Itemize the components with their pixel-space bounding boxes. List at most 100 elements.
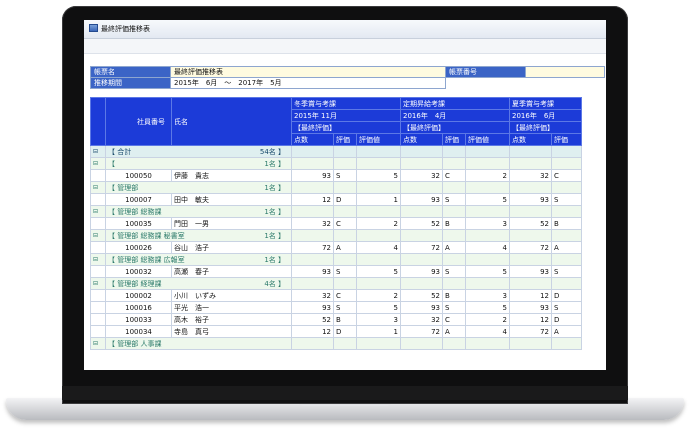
toolbar xyxy=(84,39,606,54)
report-no-field[interactable] xyxy=(525,66,605,78)
period-1-eval-label: 【最終評価】 xyxy=(291,121,401,134)
table-row[interactable]: 100002 小川 いずみ 32 C 2 52 B 3 12 D xyxy=(90,289,582,302)
row-indent xyxy=(90,241,106,254)
p3-rating-cell: C xyxy=(551,169,582,182)
p1-rating-cell: A xyxy=(333,241,357,254)
empty-cell xyxy=(333,145,357,158)
empty-cell xyxy=(291,145,334,158)
p1-score-cell: 32 xyxy=(291,289,334,302)
p1-rating-cell: C xyxy=(333,217,357,230)
empty-cell xyxy=(465,157,510,170)
period-2-date: 2016年 4月 xyxy=(400,109,510,122)
p2-value-cell: 5 xyxy=(465,301,510,314)
app-screen: 最終評価推移表 帳票名 最終評価推移表 帳票番号 推移期間 2015年 6月 ～… xyxy=(84,20,606,370)
p1-value-cell: 5 xyxy=(356,301,401,314)
group-count: 1名 】 xyxy=(264,159,285,168)
empty-cell xyxy=(442,181,466,194)
expand-toggle-icon[interactable]: ⊟ xyxy=(90,145,106,158)
table-row[interactable]: 100035 門田 一男 32 C 2 52 B 3 52 B xyxy=(90,217,582,230)
empty-cell xyxy=(291,277,334,290)
col-score: 点数 xyxy=(509,133,552,146)
group-row[interactable]: ⊟ 【 管理部 1名 】 xyxy=(90,181,582,194)
emp-no-cell: 100016 xyxy=(105,301,172,314)
table-row[interactable]: 100007 田中 敏夫 12 D 1 93 S 5 93 S xyxy=(90,193,582,206)
empty-cell xyxy=(356,205,401,218)
expand-toggle-icon[interactable]: ⊟ xyxy=(90,181,106,194)
table-row[interactable]: 100034 寺島 真弓 12 D 1 72 A 4 72 A xyxy=(90,325,582,338)
emp-no-cell: 100032 xyxy=(105,265,172,278)
group-label: 【 管理部 総務課 xyxy=(108,207,162,216)
p2-value-cell: 4 xyxy=(465,241,510,254)
empty-cell xyxy=(509,253,552,266)
empty-cell xyxy=(551,145,582,158)
row-indent xyxy=(90,301,106,314)
table-row[interactable]: 100050 伊藤 貴志 93 S 5 32 C 2 32 C xyxy=(90,169,582,182)
group-row[interactable]: ⊟ 【 管理部 経理課 4名 】 xyxy=(90,277,582,290)
emp-no-cell: 100007 xyxy=(105,193,172,206)
col-score: 点数 xyxy=(291,133,334,146)
period-3-eval-label: 【最終評価】 xyxy=(509,121,582,134)
group-row[interactable]: ⊟ 【 1名 】 xyxy=(90,157,582,170)
empty-cell xyxy=(442,277,466,290)
p2-score-cell: 93 xyxy=(400,193,443,206)
emp-no-cell: 100033 xyxy=(105,313,172,326)
row-indent xyxy=(90,169,106,182)
period-3-title: 夏季賞与考課 xyxy=(509,97,582,110)
empty-cell xyxy=(442,337,466,350)
period-field[interactable]: 2015年 6月 ～ 2017年 5月 xyxy=(170,77,446,89)
group-row[interactable]: ⊟ 【 管理部 人事課 xyxy=(90,337,582,350)
expand-toggle-icon[interactable]: ⊟ xyxy=(90,157,106,170)
name-cell: 門田 一男 xyxy=(171,217,292,230)
total-row[interactable]: ⊟ 【 合計 54名 】 xyxy=(90,145,582,158)
period-2-title: 定期昇給考課 xyxy=(400,97,510,110)
p1-rating-cell: B xyxy=(333,313,357,326)
expand-toggle-icon[interactable]: ⊟ xyxy=(90,337,106,350)
table-row[interactable]: 100026 谷山 浩子 72 A 4 72 A 4 72 A xyxy=(90,241,582,254)
group-label-cell: 【 管理部 人事課 xyxy=(105,337,292,350)
table-row[interactable]: 100032 高瀬 春子 93 S 5 93 S 5 93 S xyxy=(90,265,582,278)
group-row[interactable]: ⊟ 【 管理部 総務課 1名 】 xyxy=(90,205,582,218)
p1-value-cell: 5 xyxy=(356,265,401,278)
p1-score-cell: 52 xyxy=(291,313,334,326)
group-label-cell: 【 管理部 1名 】 xyxy=(105,181,292,194)
period-3-date: 2016年 6月 xyxy=(509,109,582,122)
group-label-cell: 【 管理部 総務課 1名 】 xyxy=(105,205,292,218)
expand-toggle-icon[interactable]: ⊟ xyxy=(90,229,106,242)
empty-cell xyxy=(465,145,510,158)
p1-score-cell: 93 xyxy=(291,169,334,182)
grid-header: 社員番号 氏名 冬季賞与考課 定期昇給考課 夏季賞与考課 2015年 11月 2… xyxy=(90,97,582,146)
p2-value-cell: 3 xyxy=(465,217,510,230)
empty-cell xyxy=(333,229,357,242)
p3-rating-cell: S xyxy=(551,301,582,314)
empty-cell xyxy=(333,253,357,266)
group-row[interactable]: ⊟ 【 管理部 総務課 広報室 1名 】 xyxy=(90,253,582,266)
p2-score-cell: 93 xyxy=(400,265,443,278)
empty-cell xyxy=(356,337,401,350)
empty-cell xyxy=(291,337,334,350)
p2-value-cell: 2 xyxy=(465,313,510,326)
empty-cell xyxy=(465,253,510,266)
expand-toggle-icon[interactable]: ⊟ xyxy=(90,253,106,266)
empty-cell xyxy=(333,277,357,290)
laptop-chin xyxy=(62,386,628,400)
empty-cell xyxy=(465,181,510,194)
table-row[interactable]: 100016 平光 浩一 93 S 5 93 S 5 93 S xyxy=(90,301,582,314)
p2-value-cell: 2 xyxy=(465,169,510,182)
group-row[interactable]: ⊟ 【 管理部 総務課 秘書室 1名 】 xyxy=(90,229,582,242)
empty-cell xyxy=(465,205,510,218)
table-row[interactable]: 100033 高木 裕子 52 B 3 32 C 2 12 D xyxy=(90,313,582,326)
report-name-field[interactable]: 最終評価推移表 xyxy=(170,66,446,78)
period-1-date: 2015年 11月 xyxy=(291,109,401,122)
empty-cell xyxy=(400,145,443,158)
p1-score-cell: 93 xyxy=(291,265,334,278)
group-label-cell: 【 1名 】 xyxy=(105,157,292,170)
expand-toggle-icon[interactable]: ⊟ xyxy=(90,277,106,290)
row-indent xyxy=(90,289,106,302)
header-corner xyxy=(90,97,106,146)
expand-toggle-icon[interactable]: ⊟ xyxy=(90,205,106,218)
empty-cell xyxy=(400,205,443,218)
report-no-label: 帳票番号 xyxy=(445,66,526,78)
grid-body: ⊟ 【 合計 54名 】 ⊟ 【1名 】 100050 伊藤 貴志 93 S 5 32 C 2 32 C ⊟ 【… xyxy=(90,145,582,350)
empty-cell xyxy=(509,229,552,242)
group-label: 【 管理部 経理課 xyxy=(108,279,162,288)
